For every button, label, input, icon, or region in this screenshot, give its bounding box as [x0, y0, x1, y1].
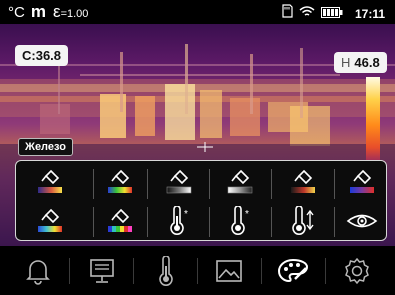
low-temp-alarm-button[interactable]: *	[218, 204, 262, 238]
status-left-group: °C m ε=1.00	[8, 2, 88, 22]
status-right-group: 17:11	[281, 4, 385, 23]
emissivity-value: =1.00	[60, 8, 89, 20]
temperature-scale-bar	[366, 77, 380, 165]
battery-icon	[320, 5, 343, 23]
high-letter: H	[341, 55, 351, 70]
palette-rainbow-icon	[108, 169, 132, 193]
palette-name-label: Железо	[18, 138, 73, 156]
toolbar-divider	[324, 257, 326, 284]
thermometer-icon	[158, 255, 173, 286]
palette-black-hot-button[interactable]	[218, 165, 262, 199]
high-temperature-box: H 46.8	[334, 52, 387, 73]
palette-iron-button[interactable]	[28, 165, 72, 199]
palette-icon	[278, 258, 309, 282]
eye-visibility-icon	[346, 214, 378, 228]
panel-divider	[93, 169, 94, 199]
palette-lava-icon	[38, 208, 62, 232]
crosshair-icon	[197, 142, 213, 152]
settings-button[interactable]	[337, 253, 377, 289]
palette-white-hot-icon	[166, 169, 192, 194]
wifi-icon	[299, 5, 315, 23]
toolbar-divider	[69, 257, 71, 284]
temperature-unit: °C	[8, 4, 25, 21]
emissivity-symbol: ε	[52, 2, 61, 21]
alarm-button[interactable]	[18, 253, 58, 289]
palette-cold-hot-button[interactable]	[340, 165, 384, 199]
panel-divider	[334, 169, 335, 199]
palette-white-hot-button[interactable]	[157, 165, 201, 199]
image-gallery-icon	[216, 259, 243, 282]
clock-time: 17:11	[354, 6, 385, 21]
sd-card-icon	[281, 4, 293, 23]
palette-panel: * *	[15, 160, 387, 241]
palette-cold-hot-icon	[350, 169, 374, 193]
temperature-button[interactable]	[146, 253, 186, 289]
temperature-range-button[interactable]	[281, 204, 325, 238]
panel-divider	[147, 169, 148, 199]
panel-divider	[93, 207, 94, 237]
palette-rainbow-hc-button[interactable]	[98, 204, 142, 238]
svg-text:*: *	[184, 209, 188, 220]
status-bar: °C m ε=1.00 17:11	[0, 0, 395, 24]
toolbar-divider	[196, 257, 198, 284]
monitor-display-icon	[89, 258, 114, 283]
palette-red-hot-icon	[291, 169, 315, 193]
settings-gear-icon	[345, 257, 370, 284]
thermometer-low-alarm-icon: *	[231, 206, 249, 235]
palette-lava-button[interactable]	[28, 204, 72, 238]
panel-divider	[209, 207, 210, 237]
display-button[interactable]	[82, 253, 122, 289]
gallery-button[interactable]	[209, 253, 249, 289]
bell-alarm-icon	[25, 259, 50, 285]
panel-divider	[271, 207, 272, 237]
measurement-mode: m	[30, 2, 47, 21]
panel-divider	[334, 207, 335, 237]
panel-divider	[209, 169, 210, 199]
thermal-camera-screen: °C m ε=1.00 17:11 C:36.8 H 46.8 Железо *…	[0, 0, 395, 295]
thermometer-range-icon	[292, 206, 314, 235]
panel-divider	[147, 207, 148, 237]
bottom-toolbar	[0, 246, 395, 295]
svg-text:*: *	[245, 209, 249, 220]
palette-iron-icon	[38, 169, 62, 193]
palette-rainbow-button[interactable]	[98, 165, 142, 199]
toolbar-divider	[133, 257, 135, 284]
palette-rainbow-hc-icon	[108, 208, 132, 232]
palette-black-hot-icon	[227, 169, 253, 194]
thermometer-high-alarm-icon: *	[170, 206, 188, 235]
panel-divider	[271, 169, 272, 199]
high-temp-alarm-button[interactable]: *	[157, 204, 201, 238]
high-temperature-value: 46.8	[354, 55, 380, 70]
toolbar-divider	[260, 257, 262, 284]
palette-menu-button[interactable]	[273, 253, 313, 289]
visibility-toggle-button[interactable]	[340, 204, 384, 238]
palette-red-hot-button[interactable]	[281, 165, 325, 199]
emissivity-readout: ε=1.00	[53, 2, 88, 22]
center-temperature-box: C:36.8	[15, 45, 69, 66]
